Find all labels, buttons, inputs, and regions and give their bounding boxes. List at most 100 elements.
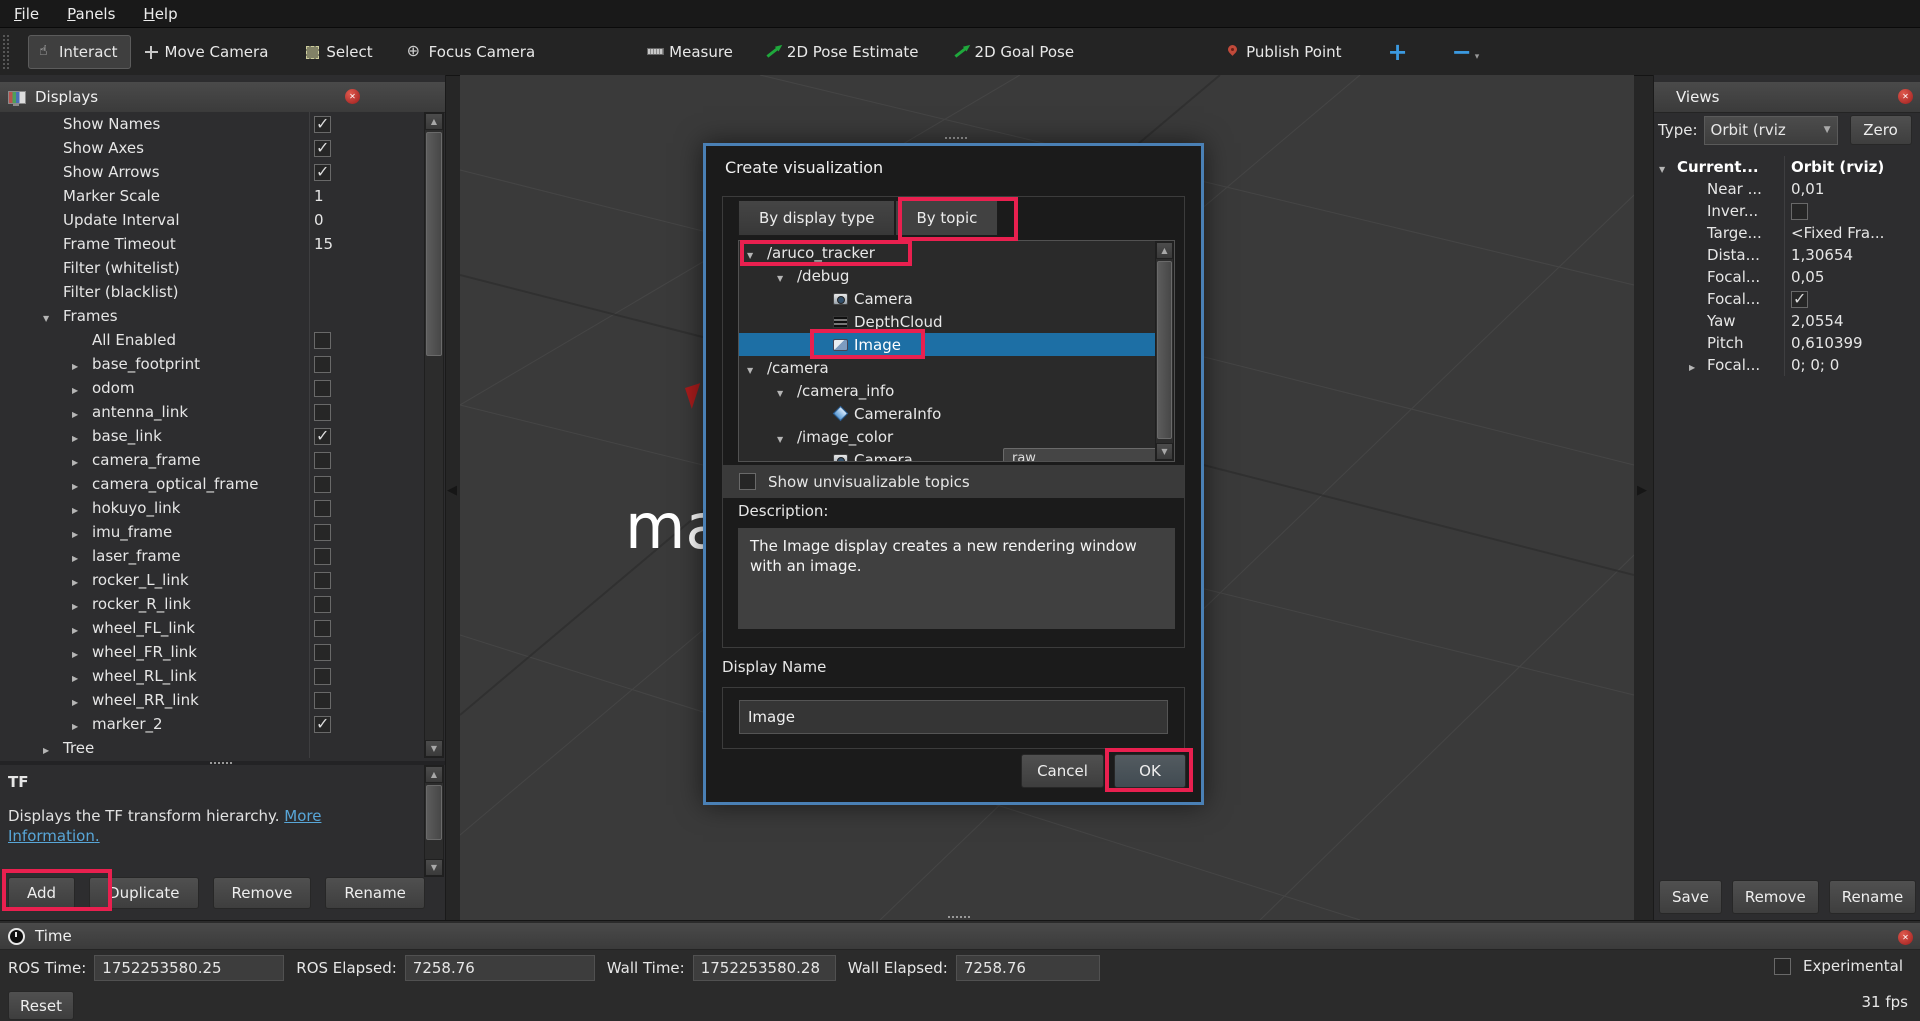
property-checkbox[interactable] [314, 500, 331, 517]
expander-arrow[interactable] [72, 595, 92, 613]
splitter-handle[interactable] [948, 916, 972, 918]
expander-arrow[interactable] [72, 379, 92, 397]
view-property-row[interactable]: Pitch 0,610399 [1654, 332, 1920, 354]
expander-arrow[interactable] [777, 382, 797, 400]
property-row[interactable]: wheel_RL_link [0, 664, 424, 688]
property-value[interactable]: 1 [314, 187, 324, 205]
topic-row[interactable]: Image [739, 333, 1174, 356]
property-row[interactable]: odom [0, 376, 424, 400]
view-property-row[interactable]: Focal... 0,05 [1654, 266, 1920, 288]
view-property-value[interactable]: 0,610399 [1791, 334, 1863, 352]
add-tool-button[interactable]: + [1388, 38, 1408, 66]
view-property-value[interactable]: Orbit (rviz) [1791, 158, 1884, 176]
transport-hint-dropdown[interactable]: raw [1003, 448, 1161, 462]
expander-arrow[interactable] [1659, 158, 1677, 176]
collapse-left-panel-icon[interactable]: ◀ [447, 483, 457, 498]
expander-arrow[interactable] [72, 619, 92, 637]
tool-button[interactable]: Move Camera [143, 43, 269, 61]
view-property-row[interactable]: Dista... 1,30654 [1654, 244, 1920, 266]
property-row[interactable]: Marker Scale 1 [0, 184, 424, 208]
scroll-up-icon[interactable]: ▲ [1156, 242, 1173, 259]
property-row[interactable]: Show Arrows [0, 160, 424, 184]
property-checkbox[interactable] [314, 428, 331, 445]
view-property-value[interactable]: <Fixed Fra... [1791, 224, 1884, 242]
property-checkbox[interactable] [314, 524, 331, 541]
property-row[interactable]: Filter (blacklist) [0, 280, 424, 304]
expander-arrow[interactable] [72, 523, 92, 541]
property-row[interactable]: All Enabled [0, 328, 424, 352]
tool-button[interactable]: Select [304, 43, 372, 61]
topic-row[interactable]: /debug [739, 264, 1174, 287]
property-checkbox[interactable] [314, 548, 331, 565]
expander-arrow[interactable] [72, 571, 92, 589]
menu-item[interactable]: File [0, 5, 53, 23]
property-checkbox[interactable] [314, 140, 331, 157]
expander-arrow[interactable] [43, 307, 63, 325]
scroll-down-icon[interactable]: ▼ [425, 859, 443, 876]
view-property-value[interactable]: 0,05 [1791, 268, 1824, 286]
remove-tool-button[interactable]: − ▾ [1452, 38, 1480, 66]
topic-row[interactable]: /aruco_tracker [739, 241, 1174, 264]
property-row[interactable]: wheel_RR_link [0, 688, 424, 712]
view-type-dropdown[interactable]: Orbit (rviz ▼ [1704, 116, 1838, 145]
displays-panel-header[interactable]: Displays [0, 82, 445, 113]
tool-button[interactable]: Interact [28, 35, 131, 69]
expander-arrow[interactable] [72, 427, 92, 445]
view-property-row[interactable]: Yaw 2,0554 [1654, 310, 1920, 332]
tf-scrollbar[interactable]: ▲ ▼ [424, 765, 444, 877]
view-property-value[interactable]: 0; 0; 0 [1791, 356, 1839, 374]
chevron-down-icon[interactable]: ▾ [1475, 52, 1480, 62]
property-row[interactable]: Frames [0, 304, 424, 328]
expander-arrow[interactable] [1689, 356, 1707, 374]
menu-item[interactable]: Panels [53, 5, 129, 23]
expander-arrow[interactable] [72, 355, 92, 373]
property-checkbox[interactable] [314, 692, 331, 709]
dialog-tab[interactable]: By display type [738, 200, 895, 236]
scroll-up-icon[interactable]: ▲ [425, 113, 443, 130]
property-checkbox[interactable] [314, 476, 331, 493]
view-property-value[interactable]: 1,30654 [1791, 246, 1853, 264]
view-property-row[interactable]: Focal... 0; 0; 0 [1654, 354, 1920, 376]
property-row[interactable]: imu_frame [0, 520, 424, 544]
displays-action-button[interactable]: Rename [325, 877, 425, 909]
scroll-down-icon[interactable]: ▼ [1156, 443, 1173, 460]
tool-button[interactable]: Measure [647, 43, 733, 61]
tool-button[interactable]: Focus Camera [407, 43, 535, 61]
dialog-tab[interactable]: By topic [895, 200, 998, 236]
property-row[interactable]: rocker_L_link [0, 568, 424, 592]
displays-action-button[interactable]: Remove [213, 877, 312, 909]
collapse-right-panel-icon[interactable]: ▶ [1637, 483, 1647, 498]
menu-item[interactable]: Help [129, 5, 191, 23]
splitter-handle[interactable] [945, 137, 969, 139]
expander-arrow[interactable] [72, 547, 92, 565]
scroll-up-icon[interactable]: ▲ [425, 766, 443, 783]
view-property-checkbox[interactable] [1791, 203, 1808, 220]
property-row[interactable]: Filter (whitelist) [0, 256, 424, 280]
cancel-button[interactable]: Cancel [1021, 754, 1104, 788]
view-property-checkbox[interactable] [1791, 291, 1808, 308]
expander-arrow[interactable] [72, 403, 92, 421]
splitter-handle[interactable] [210, 762, 234, 764]
expander-arrow[interactable] [747, 359, 767, 377]
view-property-value[interactable]: 0,01 [1791, 180, 1824, 198]
views-action-button[interactable]: Rename [1829, 880, 1917, 914]
topic-row[interactable]: /camera [739, 356, 1174, 379]
expander-arrow[interactable] [72, 499, 92, 517]
property-row[interactable]: camera_frame [0, 448, 424, 472]
property-checkbox[interactable] [314, 356, 331, 373]
tool-button[interactable]: 2D Pose Estimate [765, 43, 919, 61]
expander-arrow[interactable] [72, 475, 92, 493]
property-row[interactable]: antenna_link [0, 400, 424, 424]
displays-action-button[interactable]: Add [8, 877, 75, 909]
show-unvisualizable-checkbox[interactable] [739, 473, 756, 490]
time-field-value[interactable]: 7258.76 [405, 955, 595, 981]
view-property-row[interactable]: Focal... [1654, 288, 1920, 310]
property-checkbox[interactable] [314, 452, 331, 469]
expander-arrow[interactable] [777, 267, 797, 285]
view-property-row[interactable]: Inver... [1654, 200, 1920, 222]
topic-row[interactable]: CameraInfo [739, 402, 1174, 425]
views-action-button[interactable]: Save [1659, 880, 1722, 914]
property-checkbox[interactable] [314, 620, 331, 637]
property-row[interactable]: camera_optical_frame [0, 472, 424, 496]
time-panel-header[interactable]: Time [0, 923, 1920, 950]
